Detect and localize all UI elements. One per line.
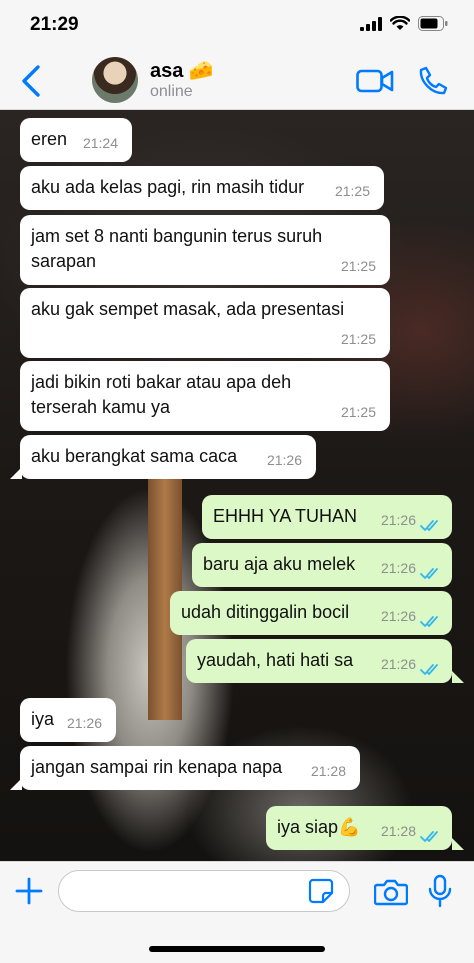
message-bubble-incoming[interactable]: aku berangkat sama caca 21:26	[20, 435, 316, 479]
message-time: 21:26	[380, 608, 416, 624]
status-bar: 21:29	[0, 0, 474, 52]
message-time: 21:28	[310, 763, 346, 779]
message-bubble-incoming[interactable]: aku gak sempet masak, ada presentasi 21:…	[20, 288, 390, 358]
phone-icon[interactable]	[418, 66, 448, 96]
message-time: 21:25	[340, 404, 376, 420]
camera-icon[interactable]	[374, 878, 408, 906]
message-bubble-outgoing[interactable]: yaudah, hati hati sa 21:26	[186, 639, 452, 683]
wifi-icon	[390, 16, 410, 30]
message-text: aku ada kelas pagi, rin masih tidur	[31, 177, 305, 197]
chat-area[interactable]: eren 21:24 aku ada kelas pagi, rin masih…	[0, 110, 474, 861]
read-ticks-icon	[420, 616, 438, 627]
message-text: jangan sampai rin kenapa napa	[31, 757, 283, 777]
read-ticks-icon	[420, 664, 438, 675]
bubble-tail	[452, 671, 464, 683]
message-bubble-incoming[interactable]: aku ada kelas pagi, rin masih tidur 21:2…	[20, 166, 384, 210]
message-time: 21:25	[340, 258, 376, 274]
message-bubble-outgoing[interactable]: iya siap💪 21:28	[266, 806, 452, 850]
message-bubble-outgoing[interactable]: udah ditinggalin bocil 21:26	[170, 591, 452, 635]
bubble-tail	[10, 467, 22, 479]
status-icons	[360, 16, 448, 31]
video-call-icon[interactable]	[356, 68, 394, 94]
message-bubble-incoming[interactable]: iya 21:26	[20, 698, 116, 742]
microphone-icon[interactable]	[428, 874, 452, 908]
chat-header: asa 🧀 online	[0, 52, 474, 110]
contact-name[interactable]: asa 🧀	[150, 58, 214, 83]
message-bubble-outgoing[interactable]: baru aja aku melek 21:26	[192, 543, 452, 587]
message-text: jam set 8 nanti bangunin terus suruh	[31, 226, 323, 246]
avatar[interactable]	[92, 57, 138, 103]
message-text: aku berangkat sama caca	[31, 446, 238, 466]
read-ticks-icon	[420, 831, 438, 842]
back-icon[interactable]	[18, 64, 46, 98]
message-time: 21:28	[380, 823, 416, 839]
read-ticks-icon	[420, 568, 438, 579]
contact-status: online	[150, 83, 193, 100]
message-bubble-incoming[interactable]: jam set 8 nanti bangunin terus suruh sar…	[20, 215, 390, 285]
read-ticks-icon	[420, 520, 438, 531]
message-time: 21:26	[380, 512, 416, 528]
input-bar	[0, 861, 474, 963]
message-bubble-incoming[interactable]: jangan sampai rin kenapa napa 21:28	[20, 746, 360, 790]
status-time: 21:29	[30, 14, 79, 35]
message-bubble-incoming[interactable]: jadi bikin roti bakar atau apa deh terse…	[20, 361, 390, 431]
message-text: aku gak sempet masak, ada presentasi	[31, 299, 345, 319]
message-time: 21:25	[340, 331, 376, 347]
bubble-tail	[10, 778, 22, 790]
message-bubble-incoming[interactable]: eren 21:24	[20, 118, 132, 162]
message-time: 21:26	[266, 452, 302, 468]
plus-icon[interactable]	[14, 876, 44, 906]
message-text: terserah kamu ya	[31, 397, 171, 417]
message-time: 21:26	[380, 656, 416, 672]
message-time: 21:25	[334, 183, 370, 199]
message-time: 21:24	[82, 135, 118, 151]
message-text: sarapan	[31, 251, 97, 271]
home-indicator	[149, 946, 325, 952]
message-text: jadi bikin roti bakar atau apa deh	[31, 372, 292, 392]
battery-icon	[418, 16, 448, 31]
sticker-icon[interactable]	[308, 878, 334, 904]
message-bubble-outgoing[interactable]: EHHH YA TUHAN 21:26	[202, 495, 452, 539]
signal-icon	[360, 16, 382, 31]
bubble-tail	[452, 838, 464, 850]
message-input[interactable]	[58, 870, 350, 912]
message-text: iya siap💪	[277, 817, 361, 837]
message-time: 21:26	[66, 715, 102, 731]
message-time: 21:26	[380, 560, 416, 576]
